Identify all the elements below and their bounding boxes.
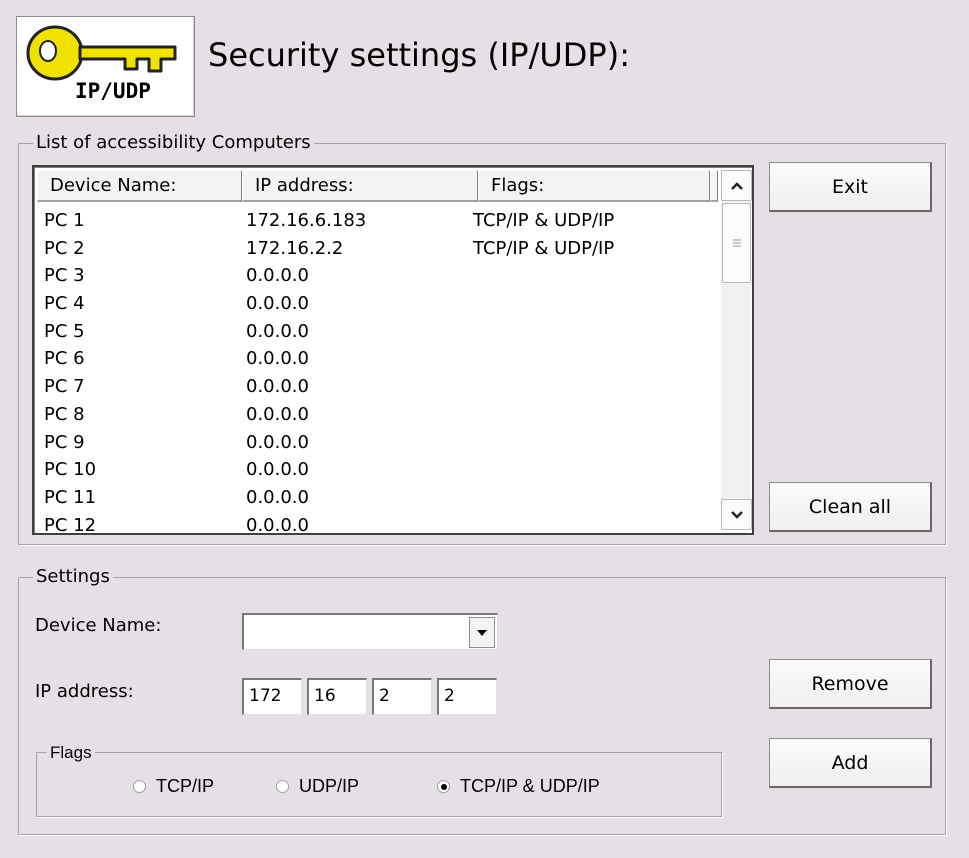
device-name-label: Device Name:: [35, 615, 162, 636]
dropdown-button[interactable]: [469, 617, 495, 648]
radio-udp-ip[interactable]: UDP/IP: [276, 776, 359, 797]
settings-group-legend: Settings: [33, 566, 113, 588]
cell-ip-address: 172.16.6.183: [246, 210, 367, 231]
ipudp-logo: IP/UDP: [16, 16, 195, 117]
cell-ip-address: 0.0.0.0: [246, 431, 309, 453]
cell-ip-address: 172.16.2.2: [246, 237, 344, 259]
cell-device-name: PC 3: [44, 265, 85, 287]
add-button[interactable]: Add: [769, 738, 932, 788]
cell-device-name: PC 9: [44, 431, 85, 453]
ip-octet-4[interactable]: 2: [437, 678, 497, 715]
cell-flags: [473, 401, 713, 429]
column-device-name[interactable]: Device Name:: [37, 170, 242, 202]
table-row[interactable]: PC 4 0.0.0.0: [44, 290, 713, 318]
cell-flags: [473, 512, 713, 533]
cell-flags: [473, 318, 713, 346]
logo-label: IP/UDP: [75, 79, 151, 103]
cell-device-name: PC 6: [44, 348, 85, 370]
scroll-down-button[interactable]: [721, 499, 752, 530]
scroll-thumb[interactable]: [722, 203, 751, 283]
scroll-up-button[interactable]: [721, 170, 752, 201]
cell-device-name: PC 2: [44, 237, 85, 259]
radio-tcp-udp-ip-label: TCP/IP & UDP/IP: [460, 776, 600, 796]
cell-ip-address: 0.0.0.0: [246, 265, 309, 287]
column-flags[interactable]: Flags:: [478, 170, 710, 202]
cell-device-name: PC 11: [44, 486, 97, 508]
cell-ip-address: 0.0.0.0: [246, 459, 309, 481]
cell-device-name: PC 1: [44, 210, 85, 231]
cell-flags: TCP/IP & UDP/IP: [473, 237, 615, 259]
radio-tcp-udp-ip[interactable]: TCP/IP & UDP/IP: [437, 776, 600, 797]
computers-group-legend: List of accessibility Computers: [33, 132, 314, 154]
cell-flags: [473, 484, 713, 512]
cell-flags: TCP/IP & UDP/IP: [473, 210, 615, 231]
cell-ip-address: 0.0.0.0: [246, 293, 309, 315]
cell-device-name: PC 12: [44, 514, 97, 535]
table-row[interactable]: PC 9 0.0.0.0: [44, 429, 713, 457]
table-row[interactable]: PC 12 0.0.0.0: [44, 512, 713, 535]
radio-tcp-ip[interactable]: TCP/IP: [133, 776, 214, 797]
table-row[interactable]: PC 1 172.16.6.183 TCP/IP & UDP/IP: [44, 207, 713, 235]
table-row[interactable]: PC 10 0.0.0.0: [44, 456, 713, 484]
cell-device-name: PC 8: [44, 403, 85, 425]
ip-octet-1[interactable]: 172: [242, 678, 302, 715]
cell-device-name: PC 7: [44, 376, 85, 398]
table-row[interactable]: PC 8 0.0.0.0: [44, 401, 713, 429]
device-name-dropdown[interactable]: [242, 613, 498, 650]
remove-button[interactable]: Remove: [769, 659, 932, 709]
cell-device-name: PC 4: [44, 293, 85, 315]
table-row[interactable]: PC 6 0.0.0.0: [44, 345, 713, 373]
cell-flags: [473, 373, 713, 401]
column-filler: [710, 170, 718, 202]
page-title: Security settings (IP/UDP):: [208, 36, 630, 74]
cell-ip-address: 0.0.0.0: [246, 376, 309, 398]
table-row[interactable]: PC 3 0.0.0.0: [44, 262, 713, 290]
ip-octet-2[interactable]: 16: [307, 678, 367, 715]
cell-flags: [473, 262, 713, 290]
cell-ip-address: 0.0.0.0: [246, 348, 309, 370]
cell-flags: [473, 345, 713, 373]
flags-group-legend: Flags: [47, 742, 95, 764]
list-scrollbar[interactable]: [721, 170, 752, 530]
table-row[interactable]: PC 5 0.0.0.0: [44, 318, 713, 346]
triangle-down-icon: [477, 629, 487, 636]
table-row[interactable]: PC 7 0.0.0.0: [44, 373, 713, 401]
cell-ip-address: 0.0.0.0: [246, 486, 309, 508]
cell-flags: [473, 456, 713, 484]
chevron-up-icon: [730, 181, 743, 190]
chevron-down-icon: [730, 510, 743, 519]
cell-ip-address: 0.0.0.0: [246, 514, 309, 535]
radio-selected-dot: [440, 783, 447, 790]
table-row[interactable]: PC 11 0.0.0.0: [44, 484, 713, 512]
list-rows: PC 1 172.16.6.183 TCP/IP & UDP/IP PC 2 172.1…: [44, 207, 713, 535]
exit-button[interactable]: Exit: [769, 162, 932, 212]
radio-tcp-udp-ip-circle[interactable]: [437, 780, 450, 793]
radio-udp-ip-circle[interactable]: [276, 780, 289, 793]
radio-tcp-ip-circle[interactable]: [133, 780, 146, 793]
clean-all-button[interactable]: Clean all: [769, 482, 932, 532]
column-ip-address[interactable]: IP address:: [242, 170, 478, 202]
cell-flags: [473, 429, 713, 457]
ip-octet-3[interactable]: 2: [372, 678, 432, 715]
cell-device-name: PC 10: [44, 459, 97, 481]
radio-udp-ip-label: UDP/IP: [299, 776, 360, 796]
table-row[interactable]: PC 2 172.16.2.2 TCP/IP & UDP/IP: [44, 235, 713, 263]
grip-icon: [732, 239, 741, 247]
ip-address-label: IP address:: [35, 681, 134, 702]
computers-list[interactable]: Device Name: IP address: Flags: PC 1 172.…: [32, 165, 754, 535]
cell-ip-address: 0.0.0.0: [246, 320, 309, 342]
list-header: Device Name: IP address: Flags:: [37, 170, 718, 202]
key-icon: [26, 25, 177, 81]
cell-device-name: PC 5: [44, 320, 85, 342]
cell-flags: [473, 290, 713, 318]
radio-tcp-ip-label: TCP/IP: [156, 776, 215, 796]
cell-ip-address: 0.0.0.0: [246, 403, 309, 425]
